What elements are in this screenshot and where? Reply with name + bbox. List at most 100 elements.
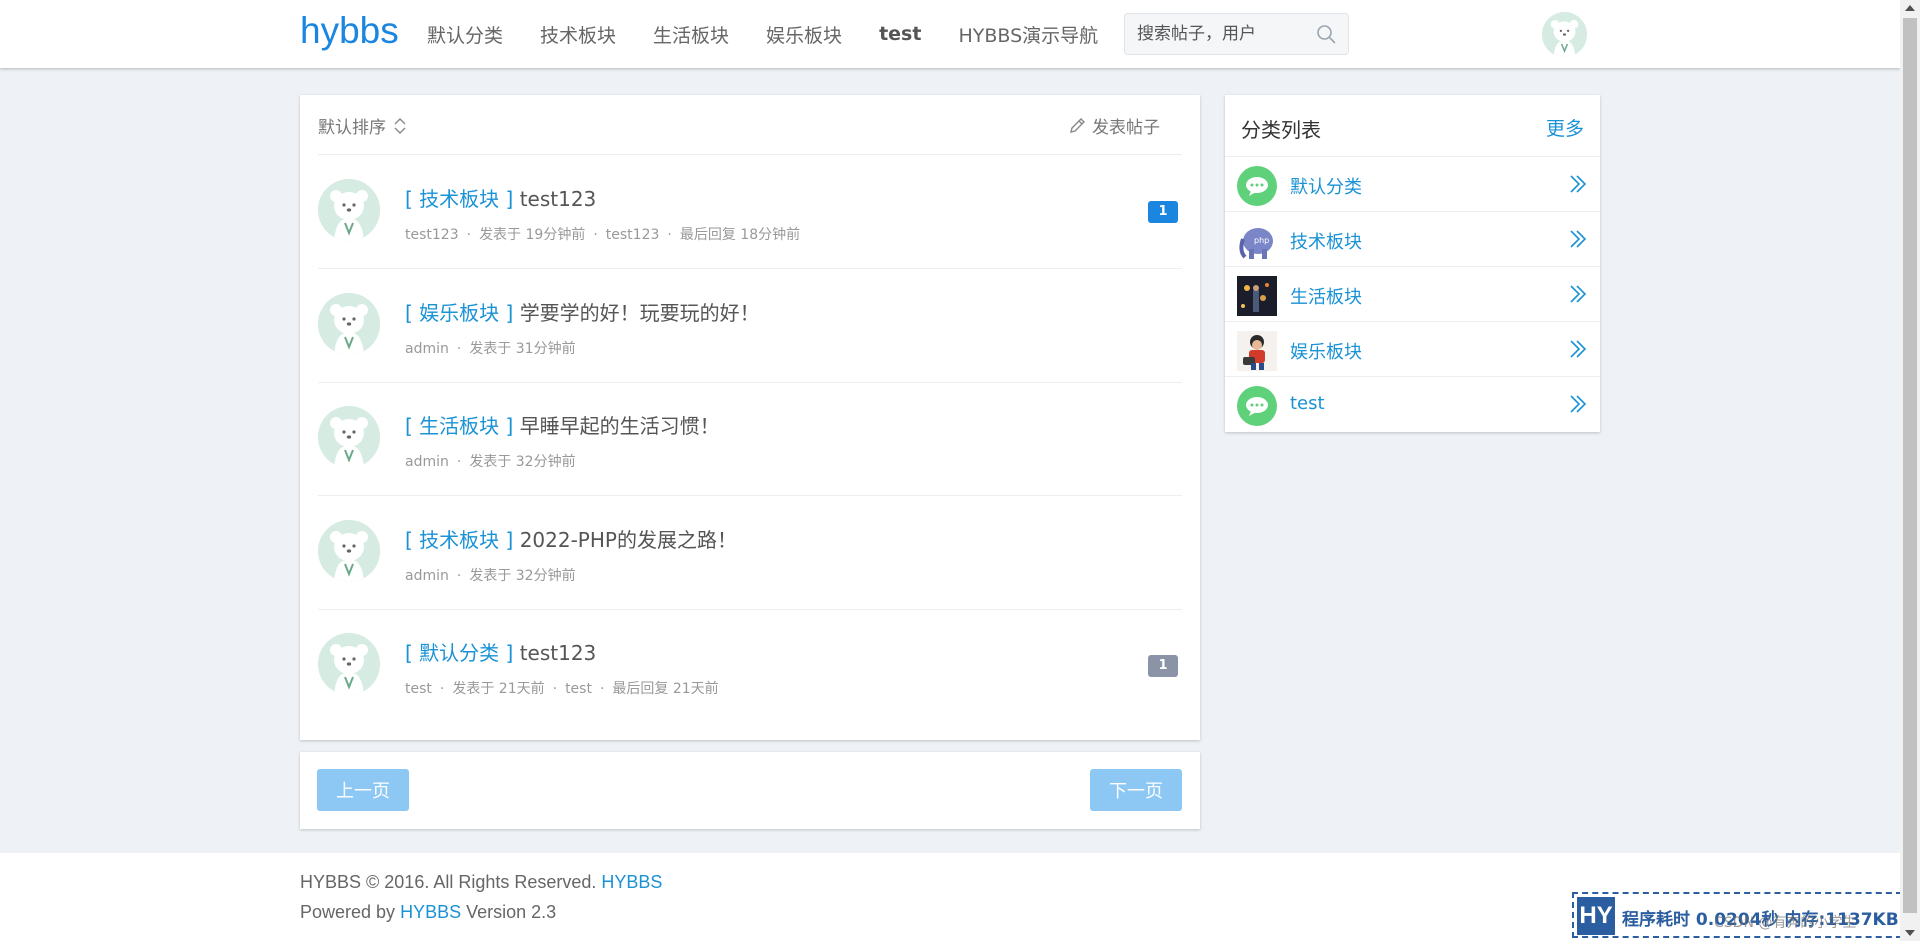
- php-elephant-icon[interactable]: php: [1237, 221, 1277, 261]
- double-chevron-right-icon[interactable]: [1568, 283, 1588, 305]
- meta-item[interactable]: test: [565, 681, 592, 697]
- nav-item-test[interactable]: test: [879, 23, 921, 45]
- category-name[interactable]: 技术板块: [1290, 228, 1362, 254]
- reply-count-badge: 1: [1148, 201, 1178, 223]
- author-avatar[interactable]: [318, 633, 380, 695]
- scroll-thumb[interactable]: [1903, 18, 1917, 913]
- nav-item-fun[interactable]: 娱乐板块: [766, 21, 842, 48]
- meta-item: 发表于 21天前: [452, 681, 545, 697]
- prev-page-button[interactable]: 上一页: [317, 769, 409, 811]
- nav-item-life[interactable]: 生活板块: [653, 21, 729, 48]
- double-chevron-right-icon[interactable]: [1568, 173, 1588, 195]
- page-scrollbar[interactable]: [1900, 0, 1920, 941]
- post-row[interactable]: [ 技术板块 ] test123 test123 · 发表于 19分钟前 · test12…: [318, 155, 1182, 269]
- category-name[interactable]: 生活板块: [1290, 283, 1362, 309]
- new-post-button[interactable]: 发表帖子: [1068, 113, 1160, 138]
- post-title[interactable]: [ 技术板块 ] 2022-PHP的发展之路！: [405, 524, 737, 553]
- post-title-text[interactable]: 2022-PHP的发展之路！: [520, 528, 737, 552]
- meta-item: 发表于 32分钟前: [469, 454, 576, 470]
- meta-item: 发表于 31分钟前: [469, 340, 576, 357]
- search-input[interactable]: [1137, 23, 1307, 45]
- new-post-label: 发表帖子: [1092, 118, 1160, 138]
- category-row[interactable]: test: [1225, 377, 1600, 432]
- author-avatar[interactable]: [318, 519, 380, 582]
- bear-avatar-icon: [318, 519, 380, 582]
- meta-separator: ·: [456, 454, 462, 470]
- post-title-text[interactable]: test123: [520, 187, 597, 211]
- meta-separator: ·: [439, 681, 445, 697]
- powered-link[interactable]: HYBBS: [400, 902, 461, 922]
- bear-avatar-icon: [1542, 12, 1587, 57]
- category-more-link[interactable]: 更多: [1546, 114, 1584, 141]
- entertainment-photo-icon[interactable]: [1237, 331, 1277, 371]
- site-logo[interactable]: hybbs: [300, 10, 399, 52]
- double-chevron-right-icon[interactable]: [1568, 393, 1588, 415]
- post-title[interactable]: [ 技术板块 ] test123: [405, 183, 596, 212]
- post-title[interactable]: [ 默认分类 ] test123: [405, 637, 596, 666]
- post-category[interactable]: [ 生活板块 ]: [405, 414, 513, 438]
- post-title-text[interactable]: test123: [520, 641, 597, 665]
- svg-text:php: php: [1254, 236, 1269, 245]
- meta-item[interactable]: test123: [405, 227, 459, 243]
- meta-item: 发表于 32分钟前: [469, 567, 576, 584]
- post-category[interactable]: [ 娱乐板块 ]: [405, 301, 513, 325]
- author-avatar[interactable]: [318, 179, 380, 241]
- double-chevron-right-icon[interactable]: [1568, 228, 1588, 250]
- post-category[interactable]: [ 默认分类 ]: [405, 641, 513, 665]
- scroll-down-arrow[interactable]: [1905, 930, 1915, 936]
- search-icon[interactable]: [1316, 24, 1336, 44]
- double-chevron-right-icon[interactable]: [1568, 338, 1588, 360]
- copyright-link[interactable]: HYBBS: [601, 872, 662, 892]
- post-title-text[interactable]: 学要学的好！玩要玩的好！: [520, 301, 760, 325]
- post-row[interactable]: [ 默认分类 ] test123 test · 发表于 21天前 · test · 最后回复 …: [318, 609, 1182, 723]
- post-row[interactable]: [ 技术板块 ] 2022-PHP的发展之路！ admin · 发表于 32分钟前: [318, 496, 1182, 610]
- next-page-button[interactable]: 下一页: [1090, 769, 1182, 811]
- post-row[interactable]: [ 生活板块 ] 早睡早起的生活习惯！ admin · 发表于 32分钟前: [318, 382, 1182, 496]
- category-row[interactable]: 生活板块: [1225, 267, 1600, 322]
- category-row[interactable]: 娱乐板块: [1225, 322, 1600, 377]
- bear-avatar-icon: [318, 292, 380, 355]
- nav-item-demo-nav[interactable]: HYBBS演示导航: [958, 21, 1098, 48]
- meta-item: 最后回复 18分钟前: [679, 227, 801, 243]
- meta-item[interactable]: test123: [606, 227, 660, 243]
- author-avatar[interactable]: [318, 292, 380, 355]
- meta-item[interactable]: admin: [405, 341, 449, 357]
- sort-dropdown[interactable]: 默认排序: [318, 113, 408, 138]
- post-title[interactable]: [ 娱乐板块 ] 学要学的好！玩要玩的好！: [405, 297, 760, 326]
- meta-separator: ·: [599, 681, 605, 697]
- debug-info-bar: HY 程序耗时 0.0204秒 内存:1137KB CSDN @有奔的小学生: [1572, 892, 1902, 938]
- category-row[interactable]: 默认分类: [1225, 157, 1600, 212]
- search-box: [1124, 13, 1349, 55]
- life-photo-icon[interactable]: [1237, 276, 1277, 316]
- meta-item[interactable]: admin: [405, 454, 449, 470]
- meta-item: 发表于 19分钟前: [479, 227, 586, 243]
- bear-avatar-icon: [318, 179, 380, 241]
- post-category[interactable]: [ 技术板块 ]: [405, 187, 513, 211]
- nav-item-default[interactable]: 默认分类: [427, 21, 503, 48]
- post-row[interactable]: [ 娱乐板块 ] 学要学的好！玩要玩的好！ admin · 发表于 31分钟前: [318, 269, 1182, 383]
- meta-item: 最后回复 21天前: [612, 681, 719, 697]
- post-title-text[interactable]: 早睡早起的生活习惯！: [520, 414, 720, 438]
- author-avatar[interactable]: [318, 406, 380, 468]
- chat-bubble-icon[interactable]: [1237, 386, 1277, 426]
- chat-bubble-icon[interactable]: [1237, 166, 1277, 206]
- pagination: 上一页 下一页: [300, 752, 1200, 829]
- meta-item[interactable]: admin: [405, 568, 449, 584]
- sort-label: 默认排序: [318, 118, 386, 138]
- category-list-panel: 分类列表 更多 默认分类 php 技术板块 生活板块 娱乐板块 test: [1225, 95, 1600, 432]
- nav-item-tech[interactable]: 技术板块: [540, 21, 616, 48]
- powered-suffix: Version 2.3: [461, 902, 557, 922]
- copyright-text: HYBBS © 2016. All Rights Reserved.: [300, 872, 602, 892]
- category-row[interactable]: php 技术板块: [1225, 212, 1600, 267]
- category-name[interactable]: test: [1290, 393, 1325, 414]
- post-meta: admin · 发表于 32分钟前: [405, 565, 576, 585]
- meta-item[interactable]: test: [405, 681, 432, 697]
- post-category[interactable]: [ 技术板块 ]: [405, 528, 513, 552]
- category-name[interactable]: 娱乐板块: [1290, 338, 1362, 364]
- meta-separator: ·: [667, 227, 672, 243]
- reply-count-badge: 1: [1148, 655, 1178, 677]
- category-name[interactable]: 默认分类: [1290, 173, 1362, 199]
- user-avatar[interactable]: [1542, 12, 1587, 57]
- scroll-up-arrow[interactable]: [1905, 5, 1915, 11]
- post-title[interactable]: [ 生活板块 ] 早睡早起的生活习惯！: [405, 410, 720, 439]
